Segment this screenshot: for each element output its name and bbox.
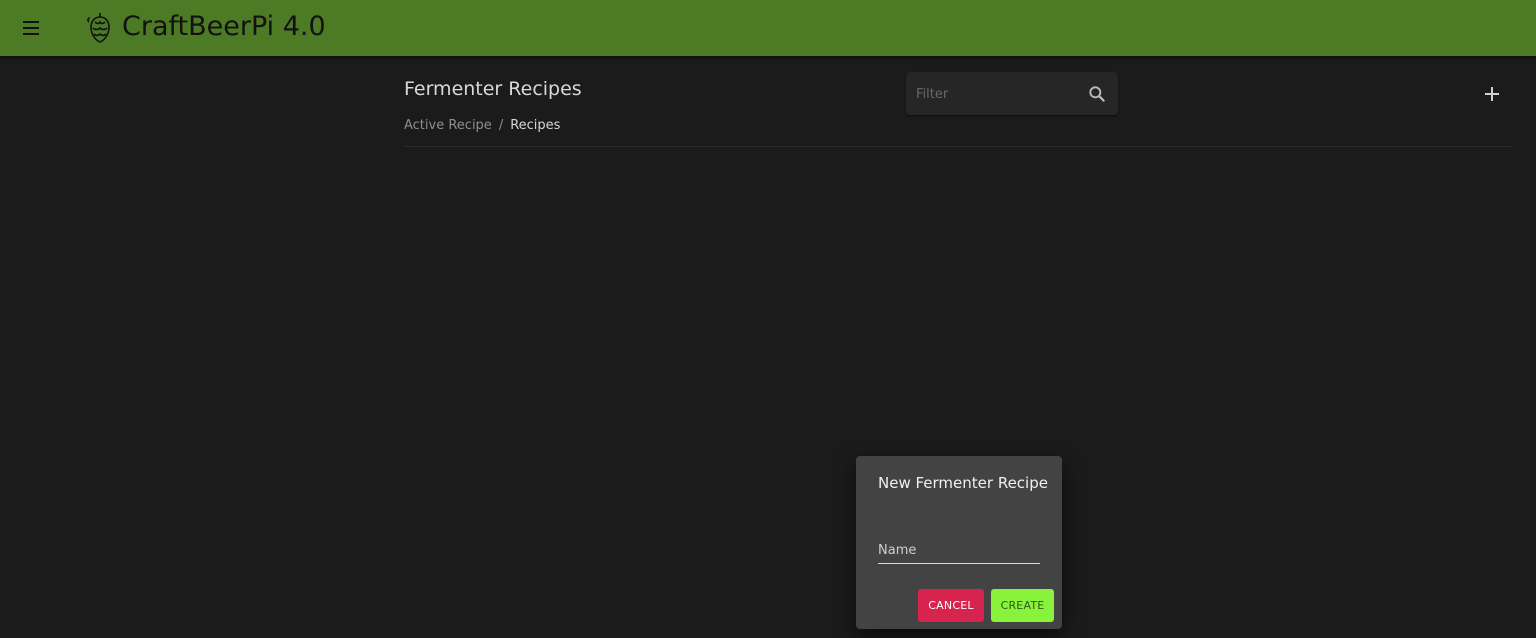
menu-button[interactable]: [18, 14, 46, 42]
breadcrumb-recipes: Recipes: [510, 118, 561, 133]
plus-icon[interactable]: [1478, 80, 1506, 108]
app-title: CraftBeerPi 4.0: [122, 11, 326, 42]
breadcrumb: Active Recipe / Recipes: [404, 118, 560, 133]
dialog-title: New Fermenter Recipe: [878, 474, 1048, 492]
name-input[interactable]: [878, 539, 1040, 561]
name-field: [878, 539, 1040, 564]
menu-icon-line: [23, 33, 39, 35]
create-button[interactable]: CREATE: [991, 589, 1054, 622]
page-title: Fermenter Recipes: [404, 78, 582, 100]
menu-icon-line: [23, 21, 39, 23]
cancel-button[interactable]: CANCEL: [918, 589, 984, 622]
app-bar: CraftBeerPi 4.0: [0, 0, 1536, 56]
new-recipe-dialog: New Fermenter Recipe CANCEL CREATE: [856, 456, 1062, 629]
filter-input[interactable]: [914, 82, 1083, 106]
hop-icon: [87, 13, 110, 43]
breadcrumb-active-recipe[interactable]: Active Recipe: [404, 118, 492, 133]
breadcrumb-separator: /: [498, 118, 504, 133]
filter-box: [906, 72, 1118, 115]
menu-icon-line: [23, 27, 39, 29]
header-divider: [404, 146, 1512, 147]
search-icon[interactable]: [1087, 84, 1107, 104]
